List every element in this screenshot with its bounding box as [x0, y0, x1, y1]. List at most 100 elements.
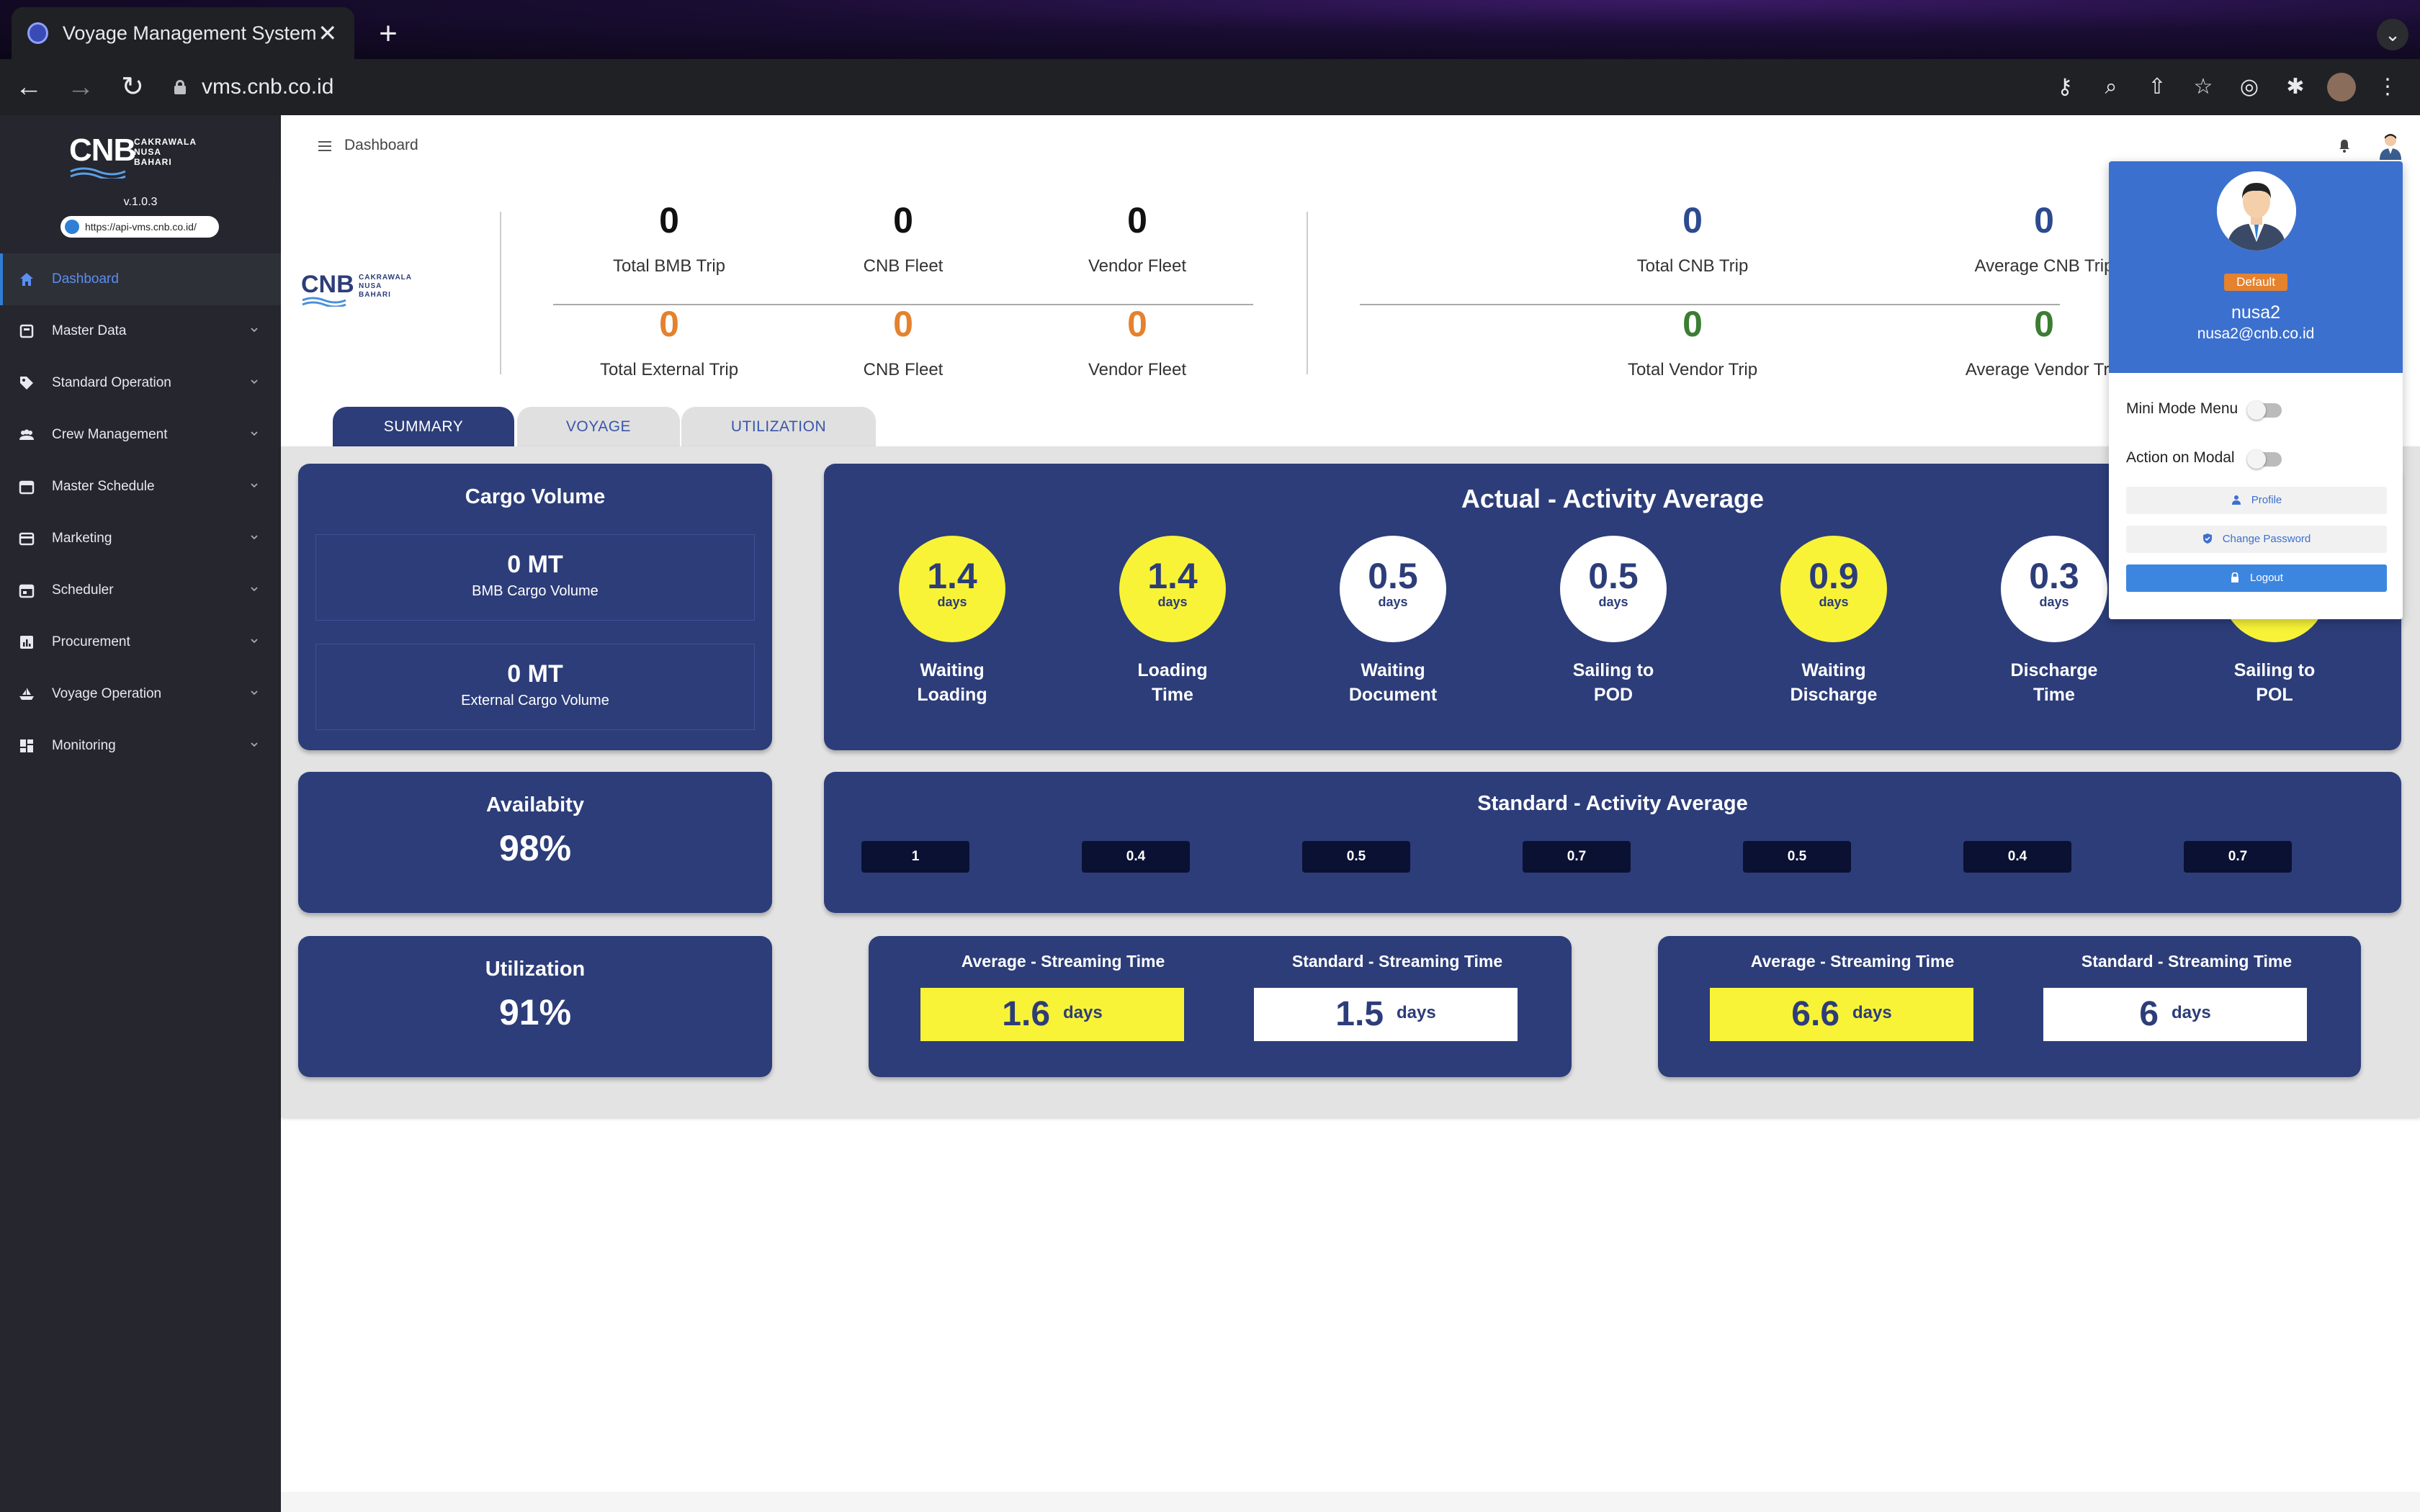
chevron-down-icon — [249, 634, 259, 644]
tab-voyage[interactable]: VOYAGE — [517, 407, 680, 446]
activity-circle: 0.5 days — [1340, 536, 1446, 642]
profile-dropdown: Default nusa2 nusa2@cnb.co.id Mini Mode … — [2109, 161, 2403, 619]
mini-mode-toggle[interactable] — [2247, 401, 2282, 420]
standard-activity-panel: Standard - Activity Average 1 0.4 0.5 0.7 0.… — [824, 772, 2401, 913]
stat-total-external-trip: 0 Total External Trip — [599, 304, 739, 379]
database-icon — [19, 323, 35, 339]
waves-icon — [70, 167, 126, 179]
sidebar-item-scheduler[interactable]: Scheduler — [0, 564, 281, 616]
url-text[interactable]: vms.cnb.co.id — [202, 75, 333, 99]
stat-cnb-fleet-external: 0 CNB Fleet — [863, 304, 944, 379]
standard-value-chip: 0.7 — [2184, 841, 2292, 873]
sidebar-item-marketing[interactable]: Marketing — [0, 513, 281, 564]
chevron-down-icon — [249, 427, 259, 437]
sidebar-item-voyage-operation[interactable]: Voyage Operation — [0, 668, 281, 720]
sidebar-item-procurement[interactable]: Procurement — [0, 616, 281, 668]
cnb-logo: CNB CAKRAWALA NUSA BAHARI — [69, 132, 213, 179]
average-streaming-value: 1.6 days — [920, 988, 1184, 1041]
sidebar-item-monitoring[interactable]: Monitoring — [0, 720, 281, 772]
app-header: Dashboard — [281, 115, 2420, 179]
stat-total-vendor-trip: 0 Total Vendor Trip — [1627, 304, 1758, 379]
sidebar-item-label: Voyage Operation — [52, 686, 162, 701]
chart-icon — [19, 634, 35, 650]
sidebar-item-dashboard[interactable]: Dashboard — [0, 253, 281, 305]
chevron-down-icon — [249, 479, 259, 489]
summary-content: Cargo Volume 0 MT BMB Cargo Volume 0 MT … — [281, 446, 2420, 1117]
standard-streaming-value: 6 days — [2043, 988, 2307, 1041]
availability-panel: Availabity 98% — [298, 772, 772, 913]
activity-circle: 1.4 days — [899, 536, 1005, 642]
zoom-icon[interactable]: ⌕ — [2090, 65, 2132, 109]
browser-profile-avatar[interactable] — [2327, 73, 2356, 102]
waves-icon — [302, 297, 346, 307]
average-streaming-value: 6.6 days — [1710, 988, 1973, 1041]
profile-name: nusa2 — [2231, 302, 2281, 323]
tab-utilization[interactable]: UTILIZATION — [681, 407, 876, 446]
star-icon[interactable]: ☆ — [2182, 65, 2224, 109]
tab-summary[interactable]: SUMMARY — [333, 407, 514, 446]
activity-item: 1.4 days Loading Time — [1115, 536, 1230, 707]
ship-icon — [19, 686, 35, 702]
chevron-down-icon — [249, 738, 259, 748]
site-favicon-icon — [27, 22, 48, 44]
chevron-down-icon — [249, 375, 259, 385]
tag-icon — [19, 375, 35, 391]
logout-button[interactable]: Logout — [2126, 564, 2387, 592]
external-cargo-volume: 0 MT External Cargo Volume — [315, 644, 755, 730]
bell-icon[interactable] — [2338, 138, 2351, 153]
new-tab-button[interactable]: + — [370, 16, 406, 52]
browser-tab[interactable]: Voyage Management System ✕ — [12, 7, 354, 59]
sidebar-item-label: Master Schedule — [52, 479, 155, 494]
cargo-volume-panel: Cargo Volume 0 MT BMB Cargo Volume 0 MT … — [298, 464, 772, 750]
standard-value-chip: 0.4 — [1963, 841, 2071, 873]
tab-search-button[interactable]: ⌄ — [2377, 19, 2408, 50]
reload-button[interactable]: ↻ — [109, 64, 156, 110]
mini-mode-label: Mini Mode Menu — [2126, 400, 2238, 417]
back-button[interactable]: ← — [6, 64, 52, 110]
shield-icon — [2202, 534, 2212, 544]
sidebar-item-standard-operation[interactable]: Standard Operation — [0, 357, 281, 409]
availability-value: 98% — [498, 828, 572, 868]
stat-total-bmb-trip: 0 Total BMB Trip — [612, 200, 726, 276]
utilization-panel: Utilization 91% — [298, 936, 772, 1077]
share-icon[interactable]: ⇧ — [2136, 65, 2178, 109]
utilization-title: Utilization — [485, 958, 586, 981]
user-avatar-icon — [2217, 171, 2296, 251]
forward-button[interactable]: → — [58, 64, 104, 110]
activity-circle: 0.3 days — [2001, 536, 2107, 642]
menu-icon[interactable] — [318, 141, 331, 151]
extension-color-icon[interactable]: ◎ — [2228, 65, 2270, 109]
puzzle-icon[interactable]: ✱ — [2275, 65, 2316, 109]
profile-avatar — [2217, 171, 2296, 251]
card-icon — [19, 531, 35, 546]
kebab-menu-icon[interactable]: ⋮ — [2367, 65, 2408, 109]
standard-value-chip: 0.7 — [1523, 841, 1631, 873]
bmb-cargo-volume: 0 MT BMB Cargo Volume — [315, 534, 755, 621]
address-bar[interactable]: vms.cnb.co.id — [157, 66, 2014, 109]
activity-item: 0.5 days Waiting Document — [1335, 536, 1451, 707]
grid-icon — [19, 738, 35, 754]
activity-circle: 0.9 days — [1780, 536, 1887, 642]
dashboard-tabs: SUMMARY VOYAGE UTILIZATION — [281, 407, 2420, 446]
change-password-button[interactable]: Change Password — [2126, 526, 2387, 553]
sidebar-item-label: Dashboard — [52, 271, 119, 287]
profile-button[interactable]: Profile — [2126, 487, 2387, 514]
standard-value-chip: 0.4 — [1082, 841, 1190, 873]
key-icon[interactable]: ⚷ — [2044, 65, 2086, 109]
action-modal-toggle[interactable] — [2247, 450, 2282, 469]
user-avatar-icon[interactable] — [2378, 132, 2403, 160]
tab-title: Voyage Management System — [62, 22, 317, 44]
lock-icon[interactable] — [174, 80, 186, 94]
stat-vendor-fleet: 0 Vendor Fleet — [1088, 200, 1187, 276]
close-icon[interactable]: ✕ — [317, 19, 339, 47]
sidebar-item-label: Monitoring — [52, 738, 116, 753]
profile-header: Default nusa2 nusa2@cnb.co.id — [2109, 161, 2403, 373]
cnb-logo-small: CNB CAKRAWALA NUSA BAHARI — [301, 271, 431, 314]
profile-email: nusa2@cnb.co.id — [2197, 325, 2315, 342]
people-icon — [19, 427, 35, 443]
sidebar-item-crew-management[interactable]: Crew Management — [0, 409, 281, 461]
role-badge: Default — [2224, 274, 2287, 291]
sidebar-item-master-data[interactable]: Master Data — [0, 305, 281, 357]
sidebar-item-master-schedule[interactable]: Master Schedule — [0, 461, 281, 513]
sidebar-item-label: Crew Management — [52, 427, 168, 442]
